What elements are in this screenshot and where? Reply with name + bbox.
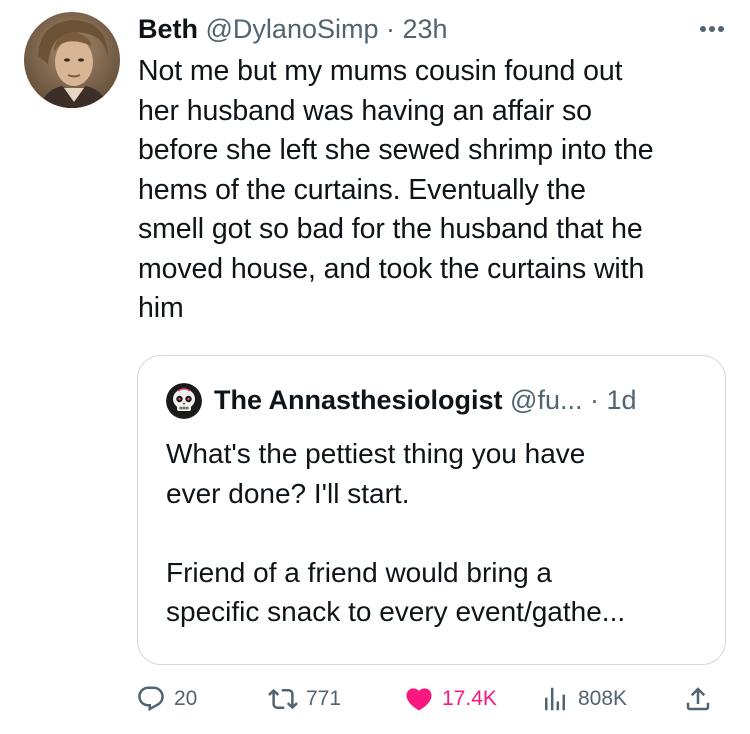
tweet-text-line: moved house, and took the curtains with <box>138 252 645 285</box>
heart-icon <box>406 688 432 711</box>
share-icon <box>686 687 710 711</box>
share-button[interactable] <box>683 677 713 721</box>
views-count: 808K <box>578 687 628 710</box>
tweet-text-line: her husband was having an affair so <box>138 94 592 127</box>
repost-button[interactable]: 771 <box>268 677 341 721</box>
author-name[interactable]: Beth <box>138 14 198 44</box>
quote-time: 1d <box>606 385 637 415</box>
quote-separator-dot: · <box>590 385 599 415</box>
author-avatar[interactable] <box>24 12 120 108</box>
repost-icon <box>268 688 298 710</box>
author-handle[interactable]: @DylanoSimp <box>206 14 379 44</box>
action-bar: 20 771 17.4K 808K <box>0 677 750 721</box>
views-icon <box>545 687 565 711</box>
more-button[interactable] <box>694 14 730 44</box>
separator-dot: · <box>386 14 395 44</box>
tweet-text-line: smell got so bad for the husband that he <box>138 213 643 245</box>
reply-icon <box>138 686 164 712</box>
like-button[interactable]: 17.4K <box>404 677 497 721</box>
tweet-text-line: Not me but my mums cousin found out <box>138 55 623 87</box>
reply-count: 20 <box>174 687 198 710</box>
quote-author-handle: @fu... <box>510 385 583 415</box>
tweet-text: Not me but my mums cousin found out her … <box>138 52 738 329</box>
tweet-text-line: before she left she sewed shrimp into th… <box>138 134 654 166</box>
quote-author-avatar <box>166 383 202 419</box>
quote-header: The Annasthesiologist @fu... · 1d <box>214 381 637 419</box>
skull-avatar-icon <box>166 383 202 419</box>
quote-text: What's the pettiest thing you have ever … <box>166 438 626 627</box>
quote-author-name: The Annasthesiologist <box>214 385 503 415</box>
more-icon <box>700 26 724 32</box>
tweet-header: Beth @DylanoSimp · 23h <box>138 10 448 48</box>
like-count: 17.4K <box>442 687 497 710</box>
tweet-time[interactable]: 23h <box>403 14 448 44</box>
repost-count: 771 <box>306 687 342 710</box>
reply-button[interactable]: 20 <box>136 677 197 721</box>
views-button[interactable]: 808K <box>540 677 627 721</box>
tweet-text-line: him <box>138 292 184 324</box>
tweet-text-line: hems of the curtains. Eventually the <box>138 173 586 206</box>
quoted-tweet[interactable]: The Annasthesiologist @fu... · 1d What's… <box>137 355 726 665</box>
avatar-image <box>24 12 120 108</box>
